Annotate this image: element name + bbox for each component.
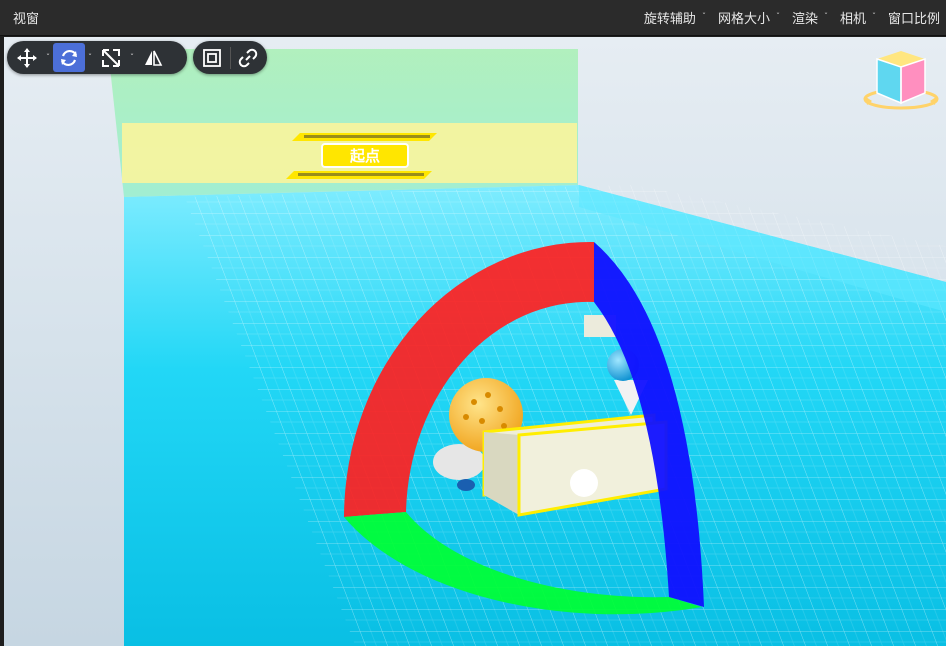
- chevron-down-icon: ˇ: [871, 12, 876, 21]
- window-title: 视窗: [13, 12, 40, 27]
- scale-icon: [102, 48, 120, 67]
- menu-rotation-assist[interactable]: 旋转辅助 ˇ: [638, 0, 712, 35]
- view-cube-icon: [863, 51, 939, 110]
- scale-tool-dropdown[interactable]: ˇ: [127, 43, 137, 72]
- scene-viewport[interactable]: 起点 ˇ ˇ ˇ: [4, 37, 946, 646]
- focus-icon: [202, 48, 221, 67]
- focus-tool-button[interactable]: [197, 43, 227, 72]
- start-banner-text: 起点: [349, 147, 380, 165]
- menu-grid-size[interactable]: 网格大小 ˇ: [712, 0, 786, 35]
- chevron-down-icon: ˇ: [701, 12, 706, 21]
- menu-camera-label: 相机: [839, 12, 866, 27]
- menu-render-label: 渲染: [791, 12, 818, 27]
- menu-render[interactable]: 渲染 ˇ: [786, 0, 834, 35]
- transform-toolbar: ˇ ˇ ˇ: [7, 41, 187, 74]
- viewport-menus: 旋转辅助 ˇ 网格大小 ˇ 渲染 ˇ 相机 ˇ 窗口比例: [638, 0, 946, 35]
- link-icon: [238, 48, 258, 67]
- chevron-down-icon: ˇ: [823, 12, 828, 21]
- chevron-down-icon: ˇ: [775, 12, 780, 21]
- move-tool-dropdown[interactable]: ˇ: [43, 43, 53, 72]
- menu-rotation-assist-label: 旋转辅助: [643, 12, 696, 27]
- view-cube[interactable]: [860, 43, 942, 113]
- rotate-tool-dropdown[interactable]: ˇ: [85, 43, 95, 72]
- mirror-icon: [145, 50, 163, 66]
- move-icon: [17, 47, 37, 68]
- view-toolbar: [193, 41, 267, 74]
- menu-window-ratio-label: 窗口比例: [887, 12, 940, 27]
- menu-camera[interactable]: 相机 ˇ: [834, 0, 882, 35]
- rotate-icon: [61, 49, 77, 66]
- toolbar-divider: [229, 46, 231, 69]
- rotate-tool-button[interactable]: [53, 43, 85, 72]
- menu-grid-size-label: 网格大小: [717, 12, 770, 27]
- scene-canvas[interactable]: 起点: [4, 37, 946, 646]
- menu-window-ratio[interactable]: 窗口比例: [882, 0, 946, 35]
- move-tool-button[interactable]: [11, 43, 43, 72]
- mirror-tool-button[interactable]: [137, 43, 169, 72]
- link-tool-button[interactable]: [233, 43, 263, 72]
- viewport-titlebar: 视窗 旋转辅助 ˇ 网格大小 ˇ 渲染 ˇ 相机 ˇ 窗口比例: [0, 0, 946, 36]
- scale-tool-button[interactable]: [95, 43, 127, 72]
